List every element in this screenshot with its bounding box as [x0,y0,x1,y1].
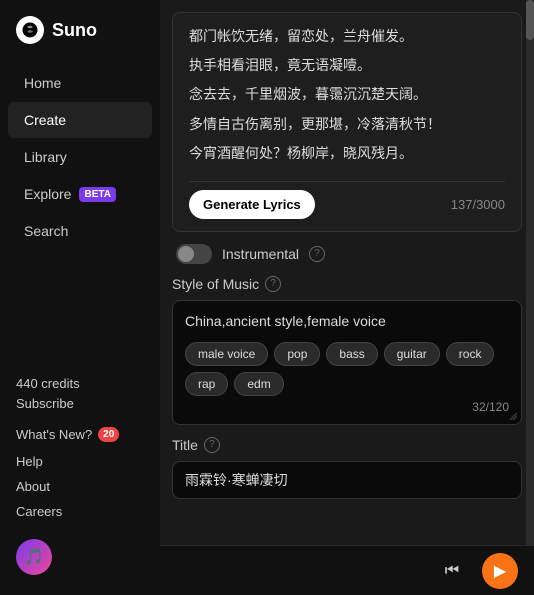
skip-back-icon: ⏮ [445,562,459,580]
style-input-text: China,ancient style,female voice [185,311,509,332]
title-label-row: Title ? [172,437,522,453]
style-tag-guitar[interactable]: guitar [384,342,440,366]
lyrics-line-3: 念去去，千里烟波，暮霭沉沉楚天阔。 [189,83,505,108]
instrumental-label: Instrumental [222,246,299,262]
resize-handle-icon[interactable] [507,410,517,420]
sidebar-item-explore[interactable]: Explore BETA [8,176,152,212]
style-input-area[interactable]: China,ancient style,female voice male vo… [172,300,522,425]
whats-new-badge: 20 [98,427,119,442]
scrollbar-thumb[interactable] [526,0,534,40]
sidebar-link-help[interactable]: Help [16,450,144,473]
style-tag-rock[interactable]: rock [446,342,495,366]
style-label-row: Style of Music ? [172,276,522,292]
sidebar: Suno Home Create Library Explore BETA Se… [0,0,160,595]
avatar-section: 🎵 [0,527,160,579]
style-input-footer: 32/120 [185,396,509,414]
style-section: Style of Music ? China,ancient style,fem… [160,276,534,433]
sidebar-item-explore-label: Explore [24,186,71,202]
style-of-music-label: Style of Music [172,276,259,292]
play-icon: ▶ [494,561,506,581]
sidebar-item-create[interactable]: Create [8,102,152,138]
title-help-icon[interactable]: ? [204,437,220,453]
lyrics-area: 都门帐饮无绪，留恋处，兰舟催发。 执手相看泪眼，竟无语凝噎。 念去去，千里烟波，… [172,12,522,232]
sidebar-item-search-label: Search [24,223,68,239]
sidebar-item-library[interactable]: Library [8,139,152,175]
title-input[interactable] [172,461,522,499]
lyrics-char-count: 137/3000 [451,197,505,212]
toggle-thumb [178,246,194,262]
credits-section: 440 credits Subscribe [0,368,160,419]
style-char-count: 32/120 [472,400,509,414]
whats-new-button[interactable]: What's New? 20 [16,427,144,442]
sidebar-item-library-label: Library [24,149,67,165]
instrumental-toggle[interactable] [176,244,212,264]
scrollbar-track[interactable] [526,0,534,595]
title-label: Title [172,437,198,453]
style-tag-bass[interactable]: bass [326,342,377,366]
generate-lyrics-button[interactable]: Generate Lyrics [189,190,315,219]
subscribe-button[interactable]: Subscribe [16,396,74,411]
sidebar-link-careers[interactable]: Careers [16,500,144,523]
sidebar-item-search[interactable]: Search [8,213,152,249]
lyrics-line-1: 都门帐饮无绪，留恋处，兰舟催发。 [189,25,505,50]
lyrics-footer: Generate Lyrics 137/3000 [189,181,505,219]
skip-back-button[interactable]: ⏮ [434,553,470,589]
explore-beta-badge: BETA [79,187,115,202]
sidebar-nav: Home Create Library Explore BETA Search [0,64,160,250]
lyrics-text: 都门帐饮无绪，留恋处，兰舟催发。 执手相看泪眼，竟无语凝噎。 念去去，千里烟波，… [189,25,505,167]
suno-logo-icon [16,16,44,44]
title-section: Title ? [160,433,534,507]
style-tags: male voice pop bass guitar rock rap edm [185,342,509,396]
avatar[interactable]: 🎵 [16,539,52,575]
play-button[interactable]: ▶ [482,553,518,589]
player-bar: ⏮ ▶ [160,545,534,595]
style-tag-pop[interactable]: pop [274,342,320,366]
whats-new-label: What's New? [16,427,92,442]
whats-new-section: What's New? 20 [0,419,160,446]
style-help-icon[interactable]: ? [265,276,281,292]
logo: Suno [0,16,160,64]
sidebar-links: Help About Careers [0,446,160,527]
sidebar-item-create-label: Create [24,112,66,128]
lyrics-line-4: 多情自古伤离别，更那堪，冷落清秋节！ [189,113,505,138]
lyrics-line-5: 今宵酒醒何处？杨柳岸，晓风残月。 [189,142,505,167]
credits-link[interactable]: 440 credits [16,376,144,391]
lyrics-line-2: 执手相看泪眼，竟无语凝噎。 [189,54,505,79]
sidebar-item-home[interactable]: Home [8,65,152,101]
sidebar-item-home-label: Home [24,75,61,91]
style-tag-edm[interactable]: edm [234,372,283,396]
main-content: 都门帐饮无绪，留恋处，兰舟催发。 执手相看泪眼，竟无语凝噎。 念去去，千里烟波，… [160,0,534,595]
style-tag-rap[interactable]: rap [185,372,228,396]
lyrics-scroll-area: 都门帐饮无绪，留恋处，兰舟催发。 执手相看泪眼，竟无语凝噎。 念去去，千里烟波，… [189,25,505,171]
sidebar-link-about[interactable]: About [16,475,144,498]
instrumental-help-icon[interactable]: ? [309,246,325,262]
style-tag-male-voice[interactable]: male voice [185,342,268,366]
instrumental-row: Instrumental ? [160,232,534,276]
logo-text: Suno [52,20,97,41]
